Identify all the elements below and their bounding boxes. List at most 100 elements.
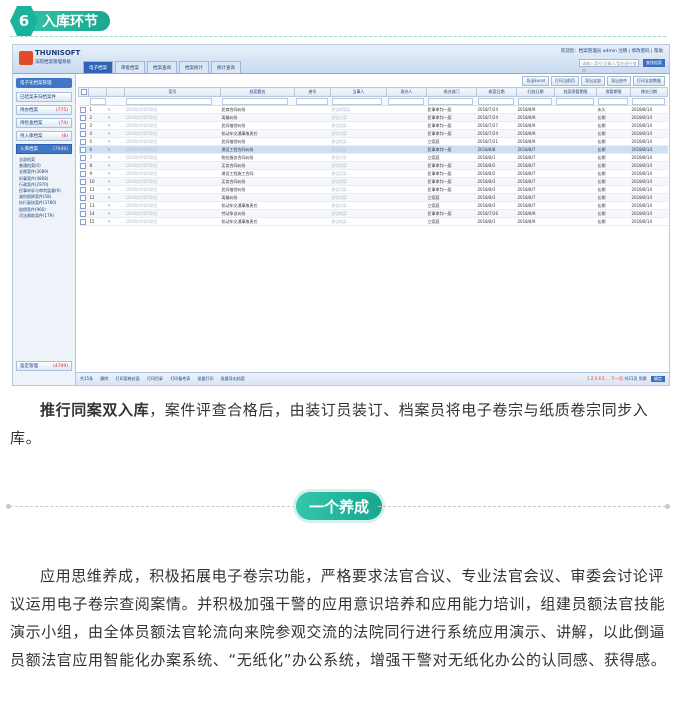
filter-input[interactable]	[331, 97, 383, 105]
table-row[interactable]: 7 ✎ (2018)京0105民初 物业服务合同纠纷 原告孙某 立案庭 2018/8/1 20…	[78, 153, 668, 162]
column-header[interactable]: 卷号	[294, 87, 331, 97]
table-row[interactable]: 8 ✎ (2018)京0105民初 买卖合同纠纷 原告周某 民事审判一庭 2018/8/2 2…	[78, 161, 668, 170]
print-page-button[interactable]: 打印当前页	[551, 76, 579, 86]
attachment-icon[interactable]: ✎	[108, 179, 111, 184]
column-header[interactable]	[88, 87, 107, 97]
print-all-button[interactable]: 打印全部数据	[633, 76, 665, 86]
attachment-icon[interactable]: ✎	[108, 195, 111, 200]
column-header[interactable]	[106, 87, 125, 97]
row-checkbox[interactable]	[79, 186, 86, 193]
table-row[interactable]: 4 ✎ (2018)京0105民初 机动车交通事故责任 原告刘某 民事审判一庭 2018/7…	[78, 129, 668, 138]
sidebar-subitem[interactable]: 司法救助案件(179)	[19, 213, 72, 219]
print-cover-button[interactable]: 打印案卷封面	[116, 376, 140, 381]
tab-4[interactable]: 统计查询	[211, 61, 241, 73]
table-row[interactable]: 3 ✎ (2018)京0105民初 民间借贷纠纷 原告张某 民事审判一庭 2018/7/27…	[78, 121, 668, 130]
filter-input[interactable]	[597, 97, 629, 105]
filter-input[interactable]	[387, 97, 424, 105]
column-header[interactable]	[78, 87, 89, 97]
attachment-icon[interactable]: ✎	[108, 219, 111, 224]
search-button[interactable]: 查找档案	[643, 59, 665, 67]
print-reference-button[interactable]: 打印备考表	[170, 376, 190, 381]
table-row[interactable]: 5 ✎ (2018)京0105民初 民间借贷纠纷 原告陈某 立案庭 2018/7/21 201…	[78, 137, 668, 146]
filter-input[interactable]	[221, 97, 289, 105]
export-excel-button[interactable]: 导出Excel	[522, 76, 549, 86]
row-checkbox[interactable]	[79, 138, 86, 145]
row-checkbox[interactable]	[79, 106, 86, 113]
column-header[interactable]: 档案题名	[220, 87, 295, 97]
column-header[interactable]: 归档日期	[516, 87, 555, 97]
column-header[interactable]: 承办人	[386, 87, 427, 97]
select-all-checkbox[interactable]	[80, 89, 87, 95]
table-row[interactable]: 13 ✎ (2018)京0105民初 机动车交通事故责任 原告许某 立案庭 2018/8/3…	[78, 201, 668, 210]
table-row[interactable]: 14 ✎ (2018)京0105民初 劳动争议纠纷 原告韩某 民事审判一庭 2018/7/2…	[78, 209, 668, 218]
sidebar-item-unfiled[interactable]: 已结案未归档案件	[16, 92, 72, 102]
row-checkbox[interactable]	[79, 146, 86, 153]
attachment-icon[interactable]: ✎	[108, 107, 111, 112]
attachment-icon[interactable]: ✎	[108, 203, 111, 208]
search-input[interactable]: 请输入案号/当事人/案由进行查询	[579, 59, 639, 73]
table-row[interactable]: 10 ✎ (2018)京0105民初 买卖合同纠纷 原告郑某 民事审判一庭 2018/8/3…	[78, 177, 668, 186]
attachment-icon[interactable]: ✎	[108, 123, 111, 128]
export-selected-button[interactable]: 导出选中	[607, 76, 631, 86]
print-catalog-button[interactable]: 打印目录	[147, 376, 163, 381]
row-checkbox[interactable]	[79, 122, 86, 129]
row-checkbox[interactable]	[79, 154, 86, 161]
attachment-icon[interactable]: ✎	[108, 139, 111, 144]
column-header[interactable]: 档案保管期限	[554, 87, 597, 97]
go-button[interactable]: 确定	[651, 376, 665, 382]
attachment-icon[interactable]: ✎	[108, 155, 111, 160]
tab-1[interactable]: 审批档案	[115, 61, 145, 73]
batch-export-button[interactable]: 批量导出档案	[221, 376, 245, 381]
column-header[interactable]: 保管期限	[596, 87, 631, 97]
attachment-icon[interactable]: ✎	[108, 115, 111, 120]
export-all-button[interactable]: 导出全部	[581, 76, 605, 86]
row-checkbox[interactable]	[79, 202, 86, 209]
table-row[interactable]: 1 ✎ (2018)京0105民初 民商合同纠纷 原告李某某 民事审判一庭 2018/7/2…	[78, 105, 668, 114]
filter-input[interactable]	[89, 97, 106, 105]
table-row[interactable]: 12 ✎ (2018)京0105民初 离婚纠纷 原告何某 立案庭 2018/8/3 2018/…	[78, 193, 668, 202]
page-links[interactable]: 1 2 3 4 5 ... 下一页	[587, 376, 623, 381]
sidebar-item-appraisal[interactable]: 鉴定管理 (4709)	[16, 361, 72, 371]
column-header[interactable]: 移交日期	[630, 87, 668, 97]
attachment-icon[interactable]: ✎	[108, 131, 111, 136]
filter-input[interactable]	[295, 97, 329, 105]
tab-3[interactable]: 档案统计	[179, 61, 209, 73]
row-checkbox[interactable]	[79, 210, 86, 217]
batch-print-button[interactable]: 批量打印	[198, 376, 214, 381]
row-checkbox[interactable]	[79, 162, 86, 169]
filter-input[interactable]	[631, 97, 665, 105]
attachment-icon[interactable]: ✎	[108, 211, 111, 216]
tab-2[interactable]: 档案查阅	[147, 61, 177, 73]
row-checkbox[interactable]	[79, 130, 86, 137]
column-header[interactable]: 收案日期	[476, 87, 517, 97]
filter-input[interactable]	[477, 97, 514, 105]
row-checkbox[interactable]	[79, 178, 86, 185]
column-header[interactable]: 当事人	[330, 87, 387, 97]
row-checkbox[interactable]	[79, 218, 86, 225]
table-row[interactable]: 6 ✎ (2018)京0105民初 建设工程合同纠纷 原告赵某 民事审判一庭 2018/8/…	[78, 145, 668, 154]
delete-button[interactable]: 删除	[100, 376, 108, 381]
table-row[interactable]: 2 ✎ (2018)京0105民初 离婚纠纷 原告王某 民事审判一庭 2018/7/24 20…	[78, 113, 668, 122]
sidebar-header[interactable]: 电子化档案管理	[16, 78, 72, 88]
attachment-icon[interactable]: ✎	[108, 147, 111, 152]
attachment-icon[interactable]: ✎	[108, 187, 111, 192]
attachment-icon[interactable]: ✎	[108, 163, 111, 168]
filter-input[interactable]	[125, 97, 213, 105]
filter-input[interactable]	[517, 97, 552, 105]
row-checkbox[interactable]	[79, 114, 86, 121]
column-header[interactable]: 承办部门	[426, 87, 477, 97]
attachment-icon[interactable]: ✎	[108, 171, 111, 176]
filter-input[interactable]	[555, 97, 594, 105]
table-row[interactable]: 11 ✎ (2018)京0105民初 民间借贷纠纷 原告冯某 民事审判一庭 2018/8/3…	[78, 185, 668, 194]
tab-0[interactable]: 电子档案	[83, 61, 113, 73]
column-header[interactable]: 案号	[124, 87, 221, 97]
table-row[interactable]: 15 ✎ (2018)京0105民初 机动车交通事故责任 原告杨某 立案庭 2018/8/1…	[78, 217, 668, 226]
sidebar-item-to-store[interactable]: 待入库档案 (8)	[16, 131, 72, 141]
sidebar-item-stored[interactable]: 入库档案 (7648)	[16, 144, 72, 154]
sidebar-item-pending[interactable]: 待办档案 (775)	[16, 105, 72, 115]
row-checkbox[interactable]	[79, 170, 86, 177]
table-row[interactable]: 9 ✎ (2018)京0105民初 建设工程施工合同 原告吴某 民事审判一庭 2018/8/…	[78, 169, 668, 178]
filter-input[interactable]	[427, 97, 473, 105]
row-checkbox[interactable]	[79, 194, 86, 201]
sidebar-item-to-check[interactable]: 待检查档案 (74)	[16, 118, 72, 128]
